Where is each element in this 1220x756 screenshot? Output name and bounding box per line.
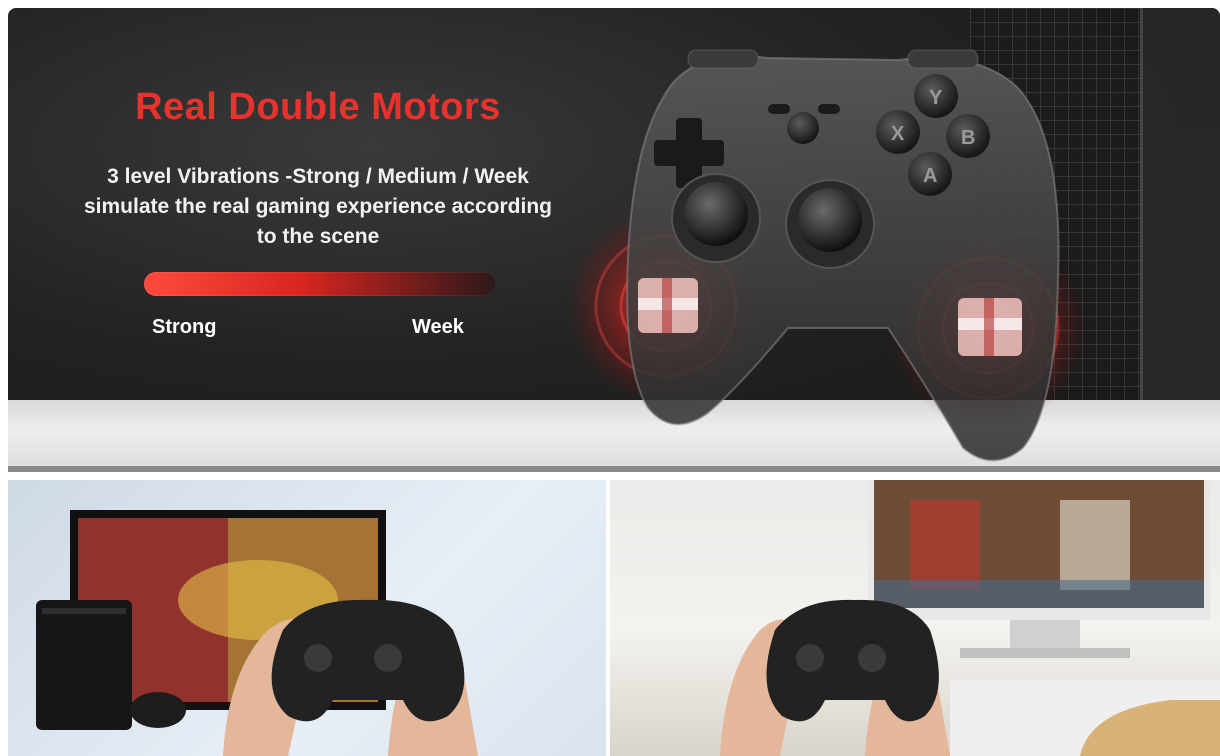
hero-title: Real Double Motors: [135, 86, 501, 128]
scale-label-strong: Strong: [152, 316, 217, 338]
right-analog-stick: [785, 179, 875, 269]
start-button: [818, 104, 840, 114]
console: [36, 600, 132, 730]
photo-console-tv: [8, 480, 606, 756]
description-line-2: simulate the real gaming experience acco…: [84, 195, 552, 218]
right-vibration-motor: [958, 298, 1022, 356]
button-x-label: X: [891, 123, 905, 145]
left-bumper: [687, 49, 759, 69]
product-banner: Real Double Motors 3 level Vibrations -S…: [8, 8, 1220, 756]
monitor-scene: [720, 480, 1220, 756]
scale-label-week: Week: [412, 316, 464, 338]
right-bumper: [907, 49, 979, 69]
select-button: [768, 104, 790, 114]
button-b-label: B: [961, 127, 975, 149]
left-analog-stick: [671, 173, 761, 263]
hero-description: 3 level Vibrations -Strong / Medium / We…: [38, 162, 598, 252]
description-line-1: 3 level Vibrations -Strong / Medium / We…: [107, 165, 529, 188]
photo-monitor: [610, 480, 1220, 756]
button-a-label: A: [923, 165, 937, 187]
held-gamepad: [766, 599, 939, 722]
vibration-scale-bar: [144, 272, 496, 296]
console-tv-scene: [36, 510, 478, 756]
vibration-hero: Real Double Motors 3 level Vibrations -S…: [8, 8, 1220, 472]
home-button: [787, 112, 819, 144]
small-gamepad: [130, 692, 186, 728]
description-line-3: to the scene: [256, 225, 380, 248]
gamepad-illustration: Y X B A: [568, 49, 1088, 462]
left-vibration-motor: [638, 278, 698, 333]
button-y-label: Y: [929, 87, 943, 109]
